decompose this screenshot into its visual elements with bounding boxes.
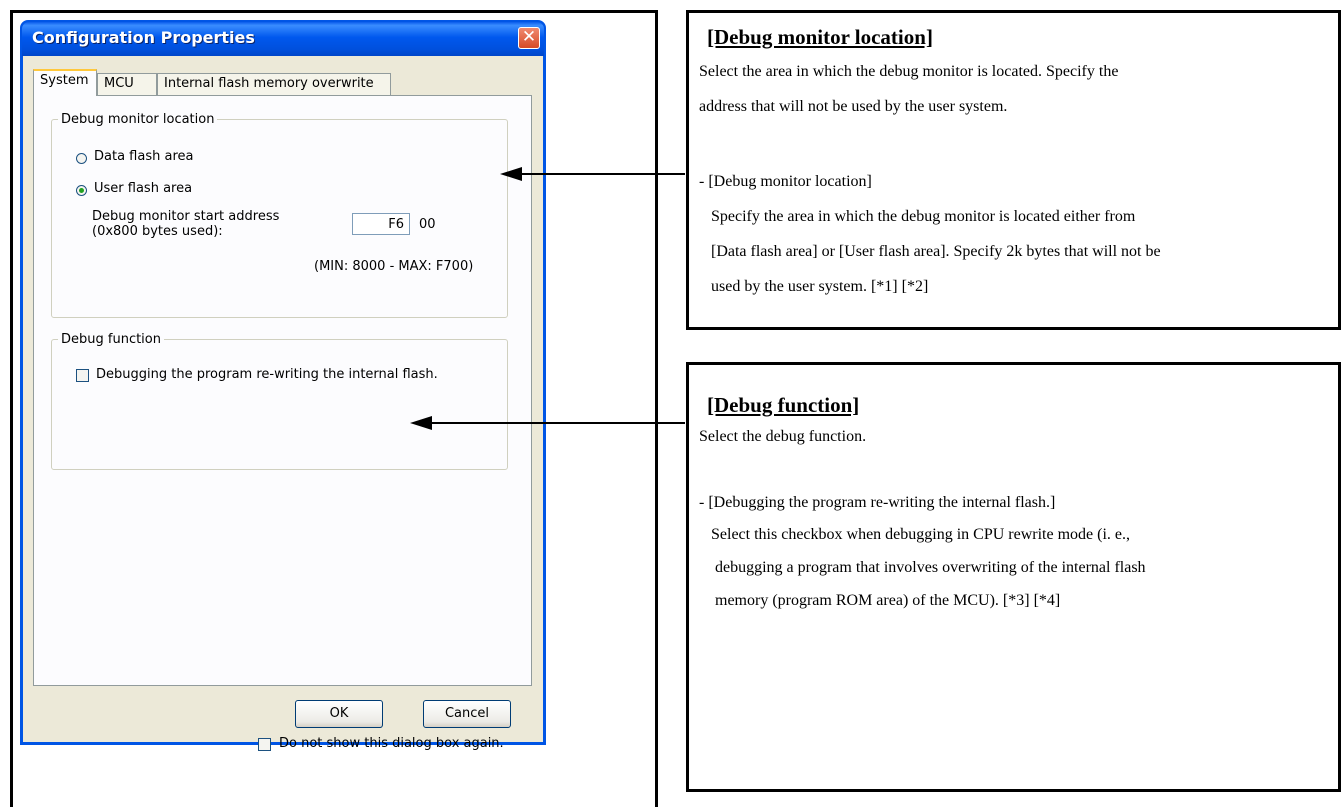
tab-internal-flash-memory-overwrite[interactable]: Internal flash memory overwrite bbox=[157, 73, 391, 95]
desc-function-item-line1: Select this checkbox when debugging in C… bbox=[711, 526, 1131, 543]
desc-function-item-title: - [Debugging the program re-writing the … bbox=[699, 494, 1056, 511]
desc-monitor-item-line1: Specify the area in which the debug moni… bbox=[711, 208, 1136, 225]
ok-button[interactable]: OK bbox=[295, 700, 383, 728]
start-address-input[interactable] bbox=[352, 213, 410, 235]
tab-panel-system: Debug monitor location Data flash area U… bbox=[33, 95, 532, 686]
debug-monitor-location-description: [Debug monitor location] Select the area… bbox=[686, 10, 1341, 330]
start-address-label-line1: Debug monitor start address bbox=[92, 209, 280, 224]
desc-monitor-title: [Debug monitor location] bbox=[707, 25, 933, 49]
debug-function-legend: Debug function bbox=[61, 332, 161, 347]
debug-rewrite-flash-checkbox[interactable] bbox=[76, 369, 89, 382]
desc-monitor-para-line1: Select the area in which the debug monit… bbox=[699, 63, 1119, 80]
radio-user-flash-area-label[interactable]: User flash area bbox=[94, 181, 192, 196]
close-icon[interactable]: ✕ bbox=[518, 27, 540, 49]
dont-show-again-checkbox[interactable] bbox=[258, 738, 271, 751]
arrow-line-monitor bbox=[520, 173, 685, 175]
debug-monitor-location-legend: Debug monitor location bbox=[61, 112, 215, 127]
desc-function-item-line3: memory (program ROM area) of the MCU). [… bbox=[715, 592, 1061, 609]
dialog-titlebar: Configuration Properties ✕ bbox=[22, 22, 544, 56]
configuration-properties-dialog: Configuration Properties ✕ System MCU In… bbox=[20, 20, 546, 751]
cancel-button[interactable]: Cancel bbox=[423, 700, 511, 728]
debug-rewrite-flash-checkbox-label[interactable]: Debugging the program re-writing the int… bbox=[96, 367, 438, 382]
desc-monitor-item-title: - [Debug monitor location] bbox=[699, 173, 872, 190]
tab-system[interactable]: System bbox=[33, 69, 97, 96]
arrowhead-monitor bbox=[500, 167, 522, 181]
desc-monitor-para-line2: address that will not be used by the use… bbox=[699, 98, 1008, 115]
start-address-label: Debug monitor start address (0x800 bytes… bbox=[92, 209, 279, 239]
arrowhead-function bbox=[410, 416, 432, 430]
dialog-title: Configuration Properties bbox=[32, 28, 255, 47]
desc-function-title: [Debug function] bbox=[707, 393, 860, 417]
radio-data-flash-area-label[interactable]: Data flash area bbox=[94, 149, 193, 164]
arrow-line-function bbox=[430, 422, 685, 424]
desc-monitor-item-line2: [Data flash area] or [User flash area]. … bbox=[711, 243, 1161, 260]
tab-mcu[interactable]: MCU bbox=[97, 73, 157, 95]
desc-function-para: Select the debug function. bbox=[699, 428, 867, 445]
debug-function-description: [Debug function] Select the debug functi… bbox=[686, 362, 1341, 792]
dont-show-again-label[interactable]: Do not show this dialog box again. bbox=[279, 736, 504, 751]
radio-user-flash-area[interactable] bbox=[76, 185, 87, 196]
start-address-suffix: 00 bbox=[419, 217, 436, 232]
top-bracket-fragment bbox=[100, 0, 200, 4]
start-address-label-line2: (0x800 bytes used): bbox=[92, 224, 223, 239]
desc-monitor-item-line3: used by the user system. [*1] [*2] bbox=[711, 278, 929, 295]
address-range-text: (MIN: 8000 - MAX: F700) bbox=[314, 259, 474, 274]
radio-data-flash-area[interactable] bbox=[76, 153, 87, 164]
desc-function-item-line2: debugging a program that involves overwr… bbox=[715, 559, 1146, 576]
debug-function-group: Debug function bbox=[51, 332, 508, 470]
